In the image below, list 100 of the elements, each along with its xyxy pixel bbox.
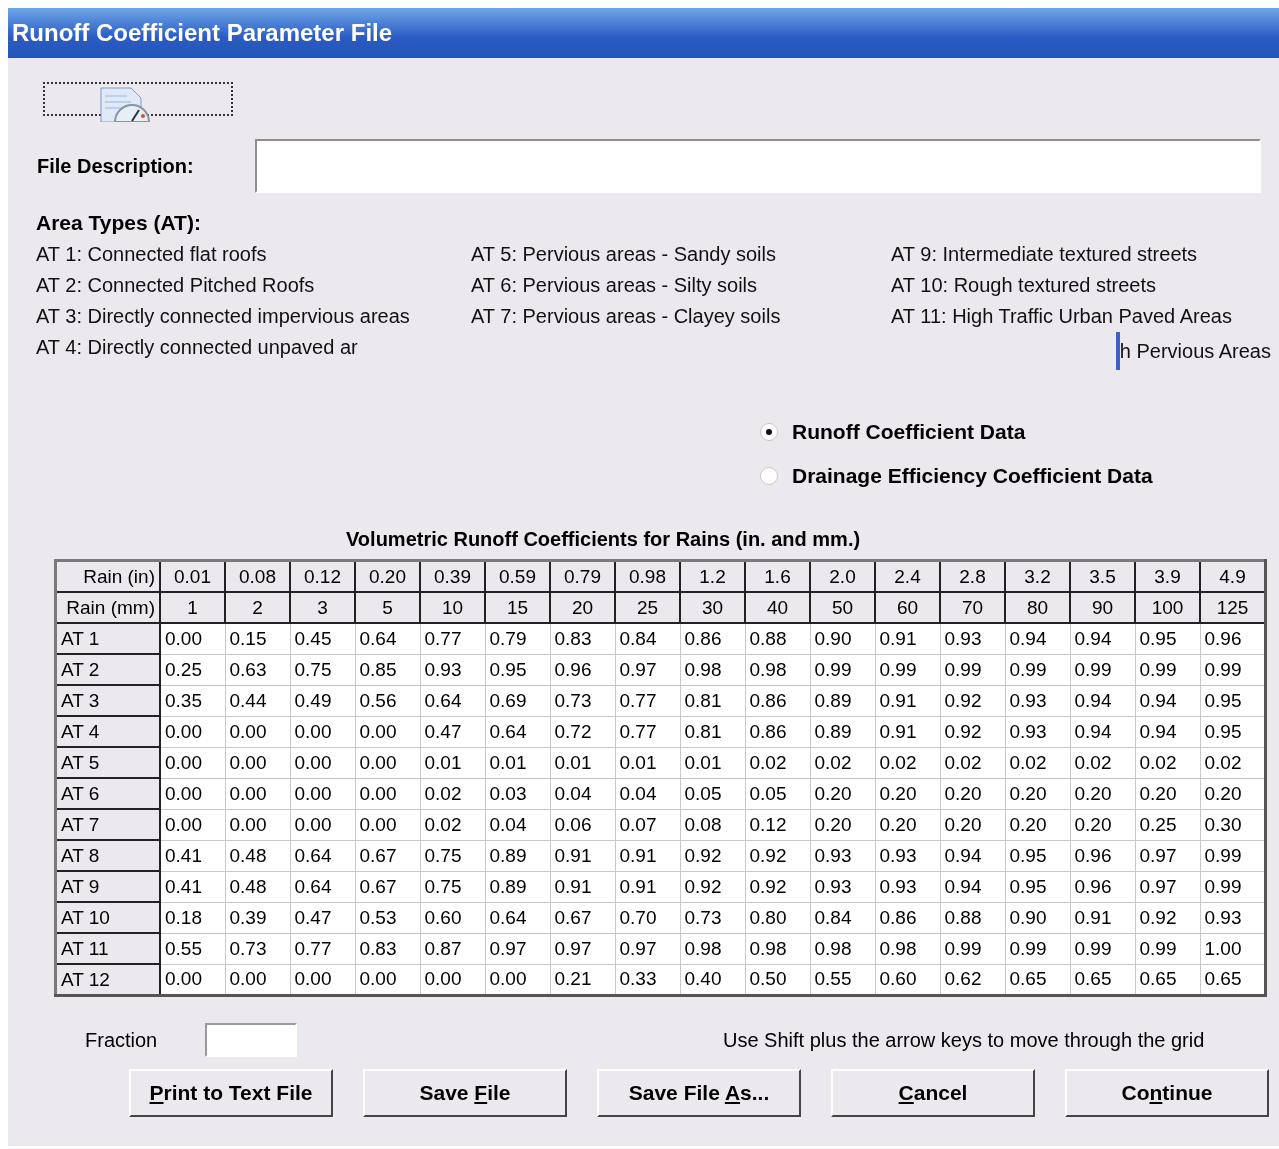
table-cell[interactable]: 0.00 [290,747,355,778]
table-cell[interactable]: 0.53 [355,902,420,933]
table-cell[interactable]: 0.73 [225,933,290,964]
table-cell[interactable]: 0.00 [160,716,225,747]
table-cell[interactable]: 0.00 [355,809,420,840]
table-cell[interactable]: 0.91 [550,871,615,902]
table-cell[interactable]: 0.99 [1070,933,1135,964]
table-cell[interactable]: 0.20 [810,778,875,809]
table-cell[interactable]: 0.00 [160,623,225,654]
radio-option[interactable]: Drainage Efficiency Coefficient Data [760,464,1153,488]
table-cell[interactable]: 0.64 [485,902,550,933]
table-cell[interactable]: 0.90 [810,623,875,654]
table-cell[interactable]: 0.84 [810,902,875,933]
table-cell[interactable]: 0.67 [355,840,420,871]
table-cell[interactable]: 0.48 [225,871,290,902]
table-cell[interactable]: 0.20 [1070,809,1135,840]
table-cell[interactable]: 0.25 [1135,809,1200,840]
table-cell[interactable]: 0.92 [745,871,810,902]
table-cell[interactable]: 0.99 [1135,933,1200,964]
table-cell[interactable]: 0.95 [485,654,550,685]
table-cell[interactable]: 0.35 [160,685,225,716]
table-cell[interactable]: 0.90 [1005,902,1070,933]
table-cell[interactable]: 0.00 [290,716,355,747]
table-cell[interactable]: 0.96 [550,654,615,685]
table-cell[interactable]: 0.06 [550,809,615,840]
table-cell[interactable]: 0.89 [485,871,550,902]
table-cell[interactable]: 0.94 [1070,716,1135,747]
table-cell[interactable]: 0.18 [160,902,225,933]
table-cell[interactable]: 0.02 [1135,747,1200,778]
table-cell[interactable]: 0.97 [1135,840,1200,871]
table-cell[interactable]: 0.96 [1070,840,1135,871]
table-cell[interactable]: 0.56 [355,685,420,716]
table-cell[interactable]: 0.72 [550,716,615,747]
table-cell[interactable]: 0.02 [420,778,485,809]
dialog-button[interactable]: Cancel [831,1069,1035,1117]
table-cell[interactable]: 0.55 [160,933,225,964]
table-cell[interactable]: 0.12 [745,809,810,840]
table-cell[interactable]: 0.20 [1070,778,1135,809]
table-cell[interactable]: 0.92 [745,840,810,871]
table-cell[interactable]: 0.93 [875,871,940,902]
table-cell[interactable]: 0.60 [420,902,485,933]
table-cell[interactable]: 0.94 [1070,685,1135,716]
table-cell[interactable]: 0.02 [745,747,810,778]
dialog-button[interactable]: Save File As... [597,1069,801,1117]
table-cell[interactable]: 0.85 [355,654,420,685]
table-cell[interactable]: 0.91 [875,716,940,747]
table-cell[interactable]: 0.83 [550,623,615,654]
table-cell[interactable]: 0.81 [680,685,745,716]
table-cell[interactable]: 0.02 [875,747,940,778]
table-cell[interactable]: 0.88 [940,902,1005,933]
table-cell[interactable]: 0.93 [940,623,1005,654]
table-cell[interactable]: 0.77 [420,623,485,654]
table-cell[interactable]: 0.91 [615,840,680,871]
table-cell[interactable]: 0.15 [225,623,290,654]
table-cell[interactable]: 0.98 [745,933,810,964]
table-cell[interactable]: 0.75 [290,654,355,685]
table-cell[interactable]: 0.96 [1070,871,1135,902]
table-cell[interactable]: 0.94 [940,840,1005,871]
table-cell[interactable]: 0.98 [680,654,745,685]
table-cell[interactable]: 0.69 [485,685,550,716]
table-cell[interactable]: 0.64 [290,871,355,902]
table-cell[interactable]: 0.80 [745,902,810,933]
table-cell[interactable]: 0.73 [550,685,615,716]
table-cell[interactable]: 0.67 [355,871,420,902]
table-cell[interactable]: 0.94 [1005,623,1070,654]
table-cell[interactable]: 0.97 [1135,871,1200,902]
table-cell[interactable]: 0.93 [810,871,875,902]
table-cell[interactable]: 0.93 [810,840,875,871]
table-cell[interactable]: 0.41 [160,871,225,902]
table-cell[interactable]: 0.48 [225,840,290,871]
table-cell[interactable]: 0.47 [290,902,355,933]
table-cell[interactable]: 0.20 [1005,778,1070,809]
table-cell[interactable]: 0.20 [940,778,1005,809]
table-cell[interactable]: 0.86 [680,623,745,654]
table-cell[interactable]: 0.91 [550,840,615,871]
table-cell[interactable]: 0.20 [1005,809,1070,840]
table-cell[interactable]: 0.98 [810,933,875,964]
table-cell[interactable]: 0.79 [485,623,550,654]
table-cell[interactable]: 0.64 [290,840,355,871]
table-cell[interactable]: 0.95 [1005,840,1070,871]
table-cell[interactable]: 0.00 [290,809,355,840]
table-cell[interactable]: 0.86 [745,716,810,747]
table-cell[interactable]: 0.04 [485,809,550,840]
table-cell[interactable]: 0.88 [745,623,810,654]
table-cell[interactable]: 0.08 [680,809,745,840]
table-cell[interactable]: 0.99 [1070,654,1135,685]
table-cell[interactable]: 0.83 [355,933,420,964]
table-cell[interactable]: 0.01 [420,747,485,778]
table-cell[interactable]: 0.99 [810,654,875,685]
table-cell[interactable]: 0.93 [1005,685,1070,716]
dialog-button[interactable]: Save File [363,1069,567,1117]
table-cell[interactable]: 0.91 [615,871,680,902]
table-cell[interactable]: 0.01 [615,747,680,778]
table-cell[interactable]: 0.89 [485,840,550,871]
table-cell[interactable]: 0.05 [745,778,810,809]
table-cell[interactable]: 0.20 [1135,778,1200,809]
table-cell[interactable]: 0.93 [875,840,940,871]
table-cell[interactable]: 0.04 [615,778,680,809]
table-cell[interactable]: 0.00 [290,778,355,809]
table-cell[interactable]: 0.00 [355,747,420,778]
